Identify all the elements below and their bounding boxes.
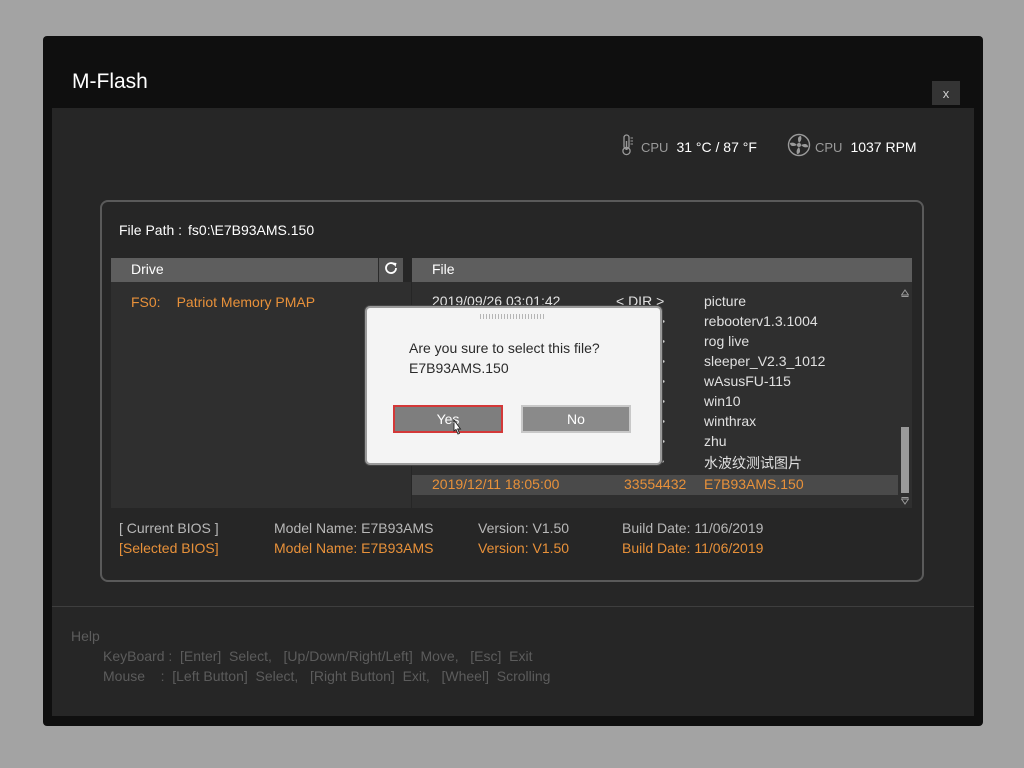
dialog-drag-handle[interactable]: [480, 314, 544, 319]
yes-button[interactable]: Yes: [393, 405, 503, 433]
help-mouse: Mouse : [Left Button] Select, [Right But…: [103, 668, 551, 684]
dialog-filename: E7B93AMS.150: [409, 360, 509, 376]
help-divider: [52, 606, 974, 607]
help-section: Help KeyBoard : [Enter] Select, [Up/Down…: [71, 626, 550, 686]
dialog-message: Are you sure to select this file?: [409, 340, 600, 356]
no-button[interactable]: No: [521, 405, 631, 433]
mouse-cursor-icon: [451, 418, 465, 444]
confirm-dialog: Are you sure to select this file? E7B93A…: [365, 306, 662, 465]
dialog-message-block: Are you sure to select this file? E7B93A…: [409, 338, 600, 378]
help-keyboard: KeyBoard : [Enter] Select, [Up/Down/Righ…: [103, 648, 533, 664]
help-title: Help: [71, 628, 100, 644]
